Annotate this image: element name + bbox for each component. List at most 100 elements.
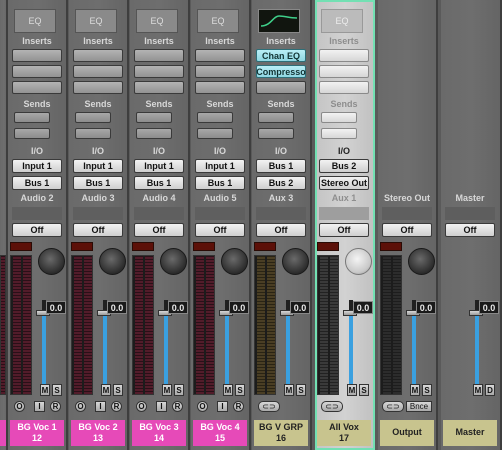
automation-mode-button[interactable]: Off	[195, 223, 245, 237]
automation-mode-button[interactable]: Off	[382, 223, 432, 237]
record-enable-button[interactable]: R	[111, 401, 122, 412]
input-slot[interactable]: Input 1	[195, 159, 245, 173]
group-slot[interactable]	[195, 207, 245, 220]
group-slot[interactable]	[256, 207, 306, 220]
output-slot[interactable]: Stereo Out	[319, 176, 369, 190]
send-slot[interactable]	[136, 112, 172, 123]
pan-knob[interactable]	[221, 248, 248, 275]
send-slot[interactable]	[321, 128, 357, 139]
balance-knob[interactable]	[408, 248, 435, 275]
solo-button[interactable]: S	[422, 384, 432, 396]
input-slot[interactable]: Input 1	[12, 159, 62, 173]
send-slot[interactable]	[75, 128, 111, 139]
input-monitor-button[interactable]: I	[34, 401, 45, 412]
eq-thumbnail[interactable]: EQ	[197, 9, 239, 33]
solo-button[interactable]: S	[235, 384, 245, 396]
input-monitor-off-button[interactable]: O	[14, 401, 25, 412]
automation-mode-button[interactable]: Off	[256, 223, 306, 237]
track-name-tag[interactable]: All Vox 17	[317, 420, 371, 446]
insert-slot[interactable]	[134, 81, 184, 94]
eq-thumbnail[interactable]: EQ	[14, 9, 56, 33]
send-slot[interactable]	[321, 112, 357, 123]
peak-indicator[interactable]	[132, 242, 154, 251]
input-slot[interactable]: Bus 1	[256, 159, 306, 173]
insert-slot-chan-eq[interactable]: Chan EQ	[256, 49, 306, 62]
track-name-tag[interactable]: BG V GRP 16	[254, 420, 308, 446]
solo-button[interactable]: S	[52, 384, 62, 396]
mute-button[interactable]: M	[162, 384, 172, 396]
insert-slot[interactable]	[319, 49, 369, 62]
solo-button[interactable]: S	[174, 384, 184, 396]
pan-knob[interactable]	[345, 248, 372, 275]
track-name-tag[interactable]: BG Voc 3 14	[132, 420, 186, 446]
output-slot[interactable]: Bus 2	[256, 176, 306, 190]
output-slot[interactable]: Bus 1	[12, 176, 62, 190]
automation-mode-button[interactable]: Off	[134, 223, 184, 237]
dim-button[interactable]: D	[485, 384, 495, 396]
solo-button[interactable]: S	[359, 384, 369, 396]
send-slot[interactable]	[14, 112, 50, 123]
group-slot[interactable]	[73, 207, 123, 220]
group-slot[interactable]	[134, 207, 184, 220]
peak-indicator[interactable]	[317, 242, 339, 251]
mute-button[interactable]: M	[347, 384, 357, 396]
input-monitor-off-button[interactable]: O	[136, 401, 147, 412]
insert-slot[interactable]	[256, 81, 306, 94]
send-slot[interactable]	[258, 128, 294, 139]
send-slot[interactable]	[14, 128, 50, 139]
insert-slot[interactable]	[12, 49, 62, 62]
insert-slot[interactable]	[195, 49, 245, 62]
insert-slot[interactable]	[319, 81, 369, 94]
channel-strip-aux-1[interactable]: EQ Inserts Sends I/O Bus 2 Stereo Out Au…	[315, 0, 375, 450]
eq-thumbnail[interactable]: EQ	[136, 9, 178, 33]
send-slot[interactable]	[136, 128, 172, 139]
automation-mode-button[interactable]: Off	[12, 223, 62, 237]
insert-slot-compressor[interactable]: Compresso	[256, 65, 306, 78]
input-slot[interactable]: Bus 2	[319, 159, 369, 173]
group-slot[interactable]	[445, 207, 495, 220]
insert-slot[interactable]	[73, 49, 123, 62]
bounce-button[interactable]: Bnce	[406, 401, 432, 412]
peak-indicator[interactable]	[380, 242, 402, 251]
input-slot[interactable]: Input 1	[134, 159, 184, 173]
automation-mode-button[interactable]: Off	[319, 223, 369, 237]
output-slot[interactable]: Bus 1	[73, 176, 123, 190]
mute-button[interactable]: M	[223, 384, 233, 396]
send-slot[interactable]	[258, 112, 294, 123]
record-enable-button[interactable]: R	[233, 401, 244, 412]
mute-button[interactable]: M	[410, 384, 420, 396]
group-slot[interactable]	[382, 207, 432, 220]
input-monitor-button[interactable]: I	[217, 401, 228, 412]
output-slot[interactable]: Bus 1	[134, 176, 184, 190]
record-enable-button[interactable]: R	[50, 401, 61, 412]
insert-slot[interactable]	[73, 81, 123, 94]
insert-slot[interactable]	[319, 65, 369, 78]
track-name-tag[interactable]	[0, 420, 6, 446]
group-slot[interactable]	[12, 207, 62, 220]
automation-mode-button[interactable]: Off	[73, 223, 123, 237]
solo-button[interactable]: S	[113, 384, 123, 396]
track-name-tag[interactable]: BG Voc 2 13	[71, 420, 125, 446]
insert-slot[interactable]	[195, 81, 245, 94]
pan-knob[interactable]	[282, 248, 309, 275]
insert-slot[interactable]	[73, 65, 123, 78]
mute-button[interactable]: M	[473, 384, 483, 396]
send-slot[interactable]	[197, 128, 233, 139]
send-slot[interactable]	[197, 112, 233, 123]
input-monitor-off-button[interactable]: O	[197, 401, 208, 412]
mute-button[interactable]: M	[101, 384, 111, 396]
mute-button[interactable]: M	[40, 384, 50, 396]
record-enable-button[interactable]: R	[172, 401, 183, 412]
peak-indicator[interactable]	[193, 242, 215, 251]
stereo-link-button[interactable]: ⊂⊃	[382, 401, 404, 412]
insert-slot[interactable]	[134, 49, 184, 62]
send-slot[interactable]	[75, 112, 111, 123]
peak-indicator[interactable]	[71, 242, 93, 251]
eq-thumbnail[interactable]: EQ	[321, 9, 363, 33]
insert-slot[interactable]	[12, 81, 62, 94]
solo-button[interactable]: S	[296, 384, 306, 396]
stereo-link-button[interactable]: ⊂⊃	[258, 401, 280, 412]
insert-slot[interactable]	[195, 65, 245, 78]
eq-curve-thumbnail[interactable]	[258, 9, 300, 33]
mute-button[interactable]: M	[284, 384, 294, 396]
